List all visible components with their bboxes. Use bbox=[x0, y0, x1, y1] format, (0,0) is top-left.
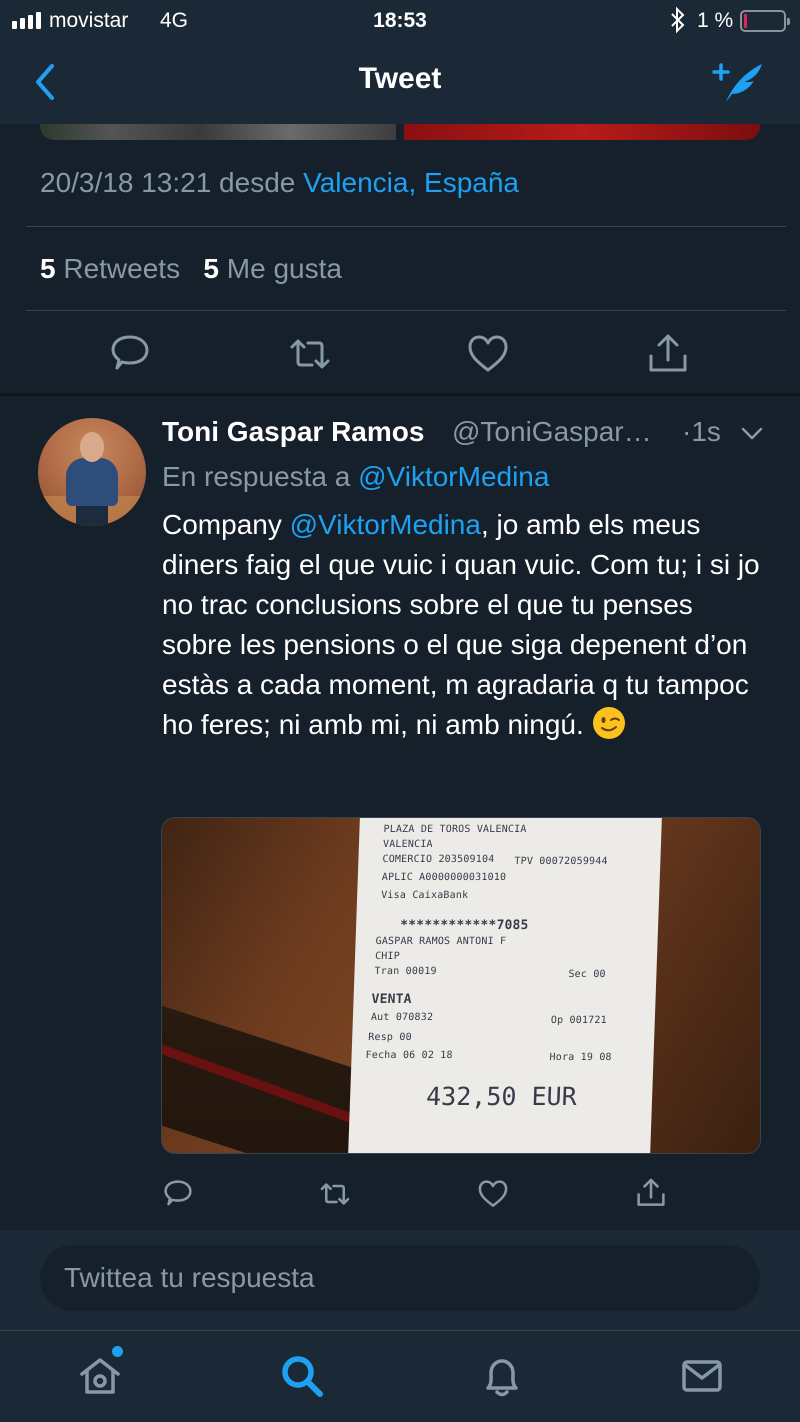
search-icon bbox=[282, 1356, 323, 1397]
tweet-media-preview[interactable] bbox=[40, 124, 760, 140]
reply-button[interactable] bbox=[162, 1178, 194, 1210]
tab-messages[interactable] bbox=[678, 1352, 726, 1400]
share-button[interactable] bbox=[635, 1177, 667, 1209]
retweet-count[interactable]: 5 Retweets bbox=[40, 253, 180, 284]
chevron-down-icon[interactable] bbox=[740, 424, 764, 444]
compose-tweet-icon[interactable] bbox=[710, 58, 766, 106]
tweet-datetime: 20/3/18 13:21 desde bbox=[40, 167, 296, 198]
retweet-button[interactable] bbox=[319, 1178, 351, 1210]
retweet-icon bbox=[320, 1183, 350, 1205]
tweet-text: Company @ViktorMedina, jo amb els meus d… bbox=[162, 509, 760, 740]
in-reply-to: En respuesta a @ViktorMedina bbox=[162, 461, 550, 492]
retweet-icon bbox=[290, 339, 330, 369]
heart-icon bbox=[468, 335, 508, 372]
author-handle[interactable]: @ToniGaspar… bbox=[452, 416, 652, 448]
divider bbox=[26, 226, 786, 227]
like-button[interactable] bbox=[466, 332, 510, 376]
share-button[interactable] bbox=[646, 332, 690, 376]
tweet-location-link[interactable]: Valencia, España bbox=[303, 167, 519, 198]
bell-icon bbox=[486, 1359, 518, 1397]
receipt: PLAZA DE TOROS VALENCIA VALENCIA COMERCI… bbox=[348, 818, 662, 1153]
reply-to-mention[interactable]: @ViktorMedina bbox=[358, 461, 549, 492]
like-button[interactable] bbox=[477, 1178, 509, 1210]
reply-icon bbox=[164, 1180, 192, 1206]
tweet-timestamp: 20/3/18 13:21 desde Valencia, España bbox=[40, 167, 519, 199]
battery-percentage: 1 % bbox=[697, 9, 734, 32]
section-divider bbox=[0, 393, 800, 396]
status-bar: movistar 4G 18:53 1 % bbox=[0, 0, 800, 44]
envelope-icon bbox=[682, 1360, 722, 1392]
tab-home[interactable] bbox=[76, 1352, 124, 1400]
tweet-stats: 5 Retweets 5 Me gusta bbox=[40, 253, 342, 285]
retweet-button[interactable] bbox=[288, 332, 332, 376]
author-name[interactable]: Toni Gaspar Ramos bbox=[162, 416, 424, 448]
new-content-indicator bbox=[112, 1346, 123, 1357]
reply-input-placeholder: Twittea tu respuesta bbox=[64, 1262, 315, 1293]
battery-icon bbox=[740, 10, 790, 32]
avatar[interactable] bbox=[38, 418, 146, 526]
like-count[interactable]: 5 Me gusta bbox=[203, 253, 342, 284]
page-title: Tweet bbox=[358, 62, 442, 95]
tab-search[interactable] bbox=[278, 1352, 326, 1400]
share-icon bbox=[649, 334, 687, 372]
divider bbox=[26, 310, 786, 311]
reply-button[interactable] bbox=[108, 332, 152, 376]
bluetooth-icon bbox=[671, 6, 685, 34]
top-bar: movistar 4G 18:53 1 % Tweet bbox=[0, 0, 800, 124]
heart-icon bbox=[478, 1180, 508, 1207]
tweet-time: ·1s bbox=[682, 416, 721, 447]
home-icon bbox=[80, 1358, 120, 1394]
reply-icon bbox=[111, 335, 149, 370]
tweet-photo[interactable]: PLAZA DE TOROS VALENCIA VALENCIA COMERCI… bbox=[161, 817, 761, 1154]
winking-face-emoji-icon bbox=[592, 707, 625, 739]
share-icon bbox=[637, 1178, 665, 1206]
tab-notifications[interactable] bbox=[478, 1352, 526, 1400]
mention-link[interactable]: @ViktorMedina bbox=[290, 509, 481, 540]
